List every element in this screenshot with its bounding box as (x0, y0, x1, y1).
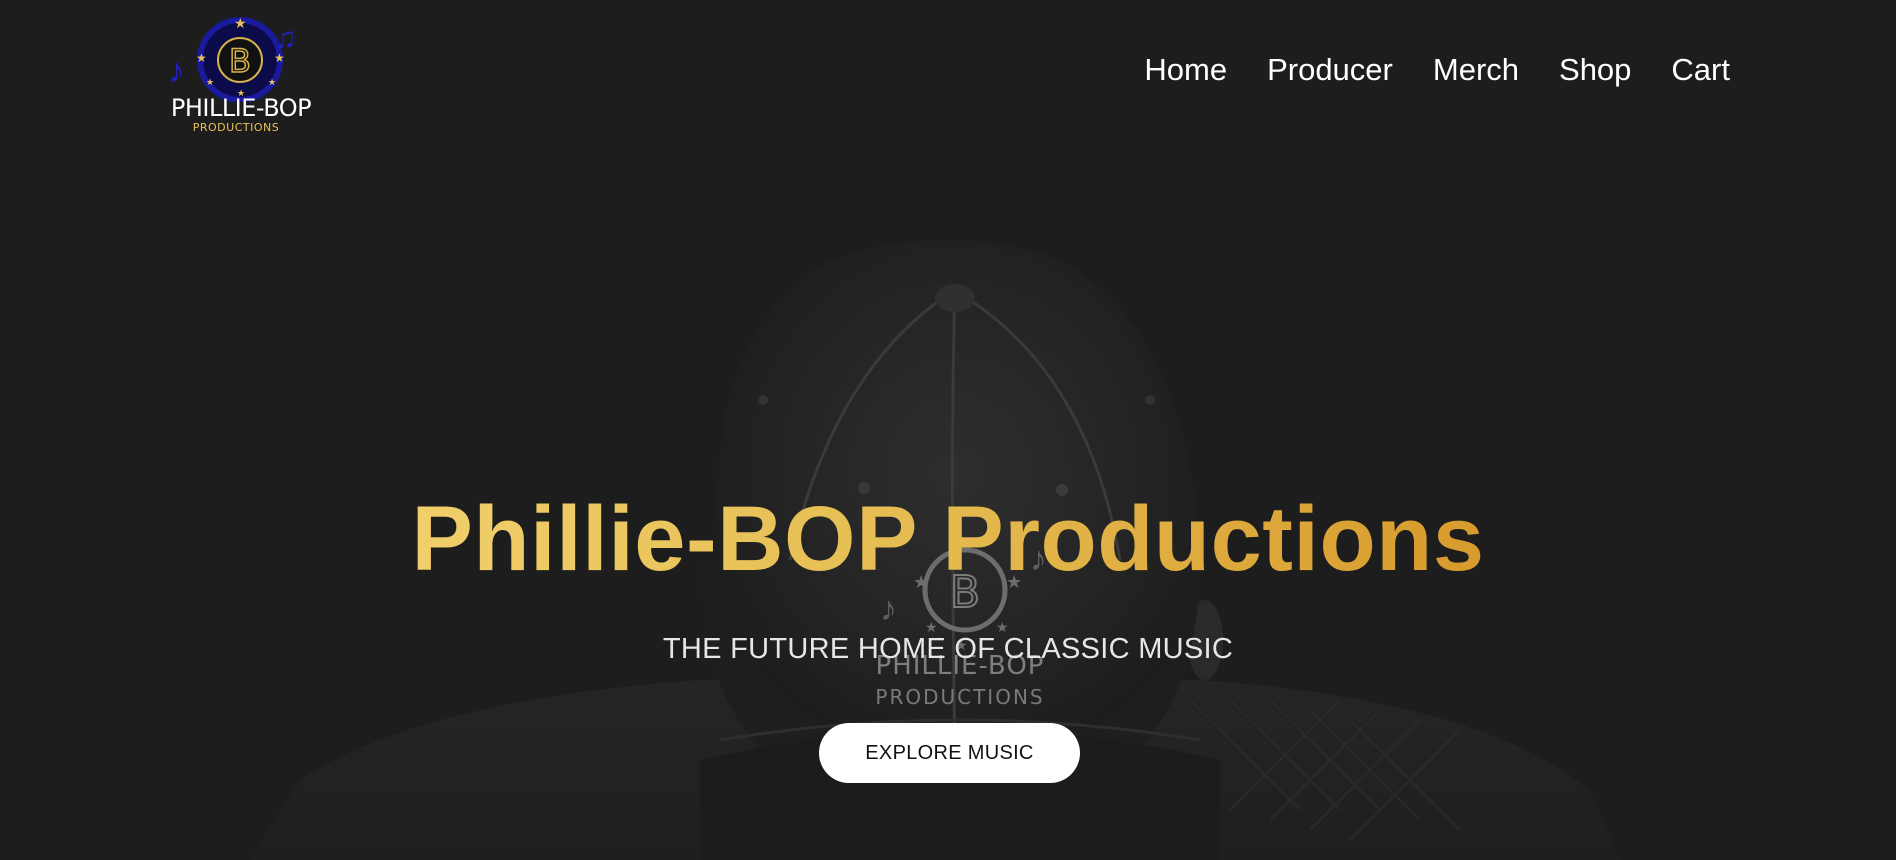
main-nav: Home Producer Merch Shop Cart (1144, 52, 1730, 88)
nav-merch[interactable]: Merch (1433, 52, 1519, 88)
nav-shop[interactable]: Shop (1559, 52, 1631, 88)
svg-text:★: ★ (268, 77, 276, 87)
svg-text:B: B (229, 42, 251, 80)
nav-home[interactable]: Home (1144, 52, 1227, 88)
hero-title: Phillie-BOP Productions (0, 484, 1896, 594)
nav-producer[interactable]: Producer (1267, 52, 1393, 88)
logo-brand-sub: PRODUCTIONS (192, 121, 280, 134)
svg-text:★: ★ (196, 51, 207, 65)
svg-text:♪: ♪ (880, 590, 897, 628)
logo-emblem-icon: B ★ ★ ★ ★ ★ ★ ♪ ♫ (168, 15, 297, 102)
page: B ★ ★ ★ ★ ★ ♪ ♪ PHILLIE-BOP PRODUCTIONS … (0, 0, 1896, 860)
svg-text:★: ★ (206, 77, 214, 87)
hero-subtitle: THE FUTURE HOME OF CLASSIC MUSIC (662, 633, 1234, 665)
brand-logo[interactable]: B ★ ★ ★ ★ ★ ★ ♪ ♫ PHILLIE-BOP PRODUCTION… (166, 10, 316, 140)
site-header: B ★ ★ ★ ★ ★ ★ ♪ ♫ PHILLIE-BOP PRODUCTION… (0, 0, 1896, 150)
svg-text:♪: ♪ (168, 52, 185, 90)
logo-brand-name: PHILLIE-BOP (170, 94, 312, 122)
svg-text:♫: ♫ (274, 22, 297, 55)
nav-cart[interactable]: Cart (1671, 52, 1730, 88)
hero-title-text: Phillie-BOP Productions (411, 488, 1485, 590)
explore-music-button[interactable]: EXPLORE MUSIC (819, 723, 1080, 783)
cap-brand-sub: PRODUCTIONS (875, 685, 1044, 709)
svg-text:★: ★ (234, 15, 247, 31)
